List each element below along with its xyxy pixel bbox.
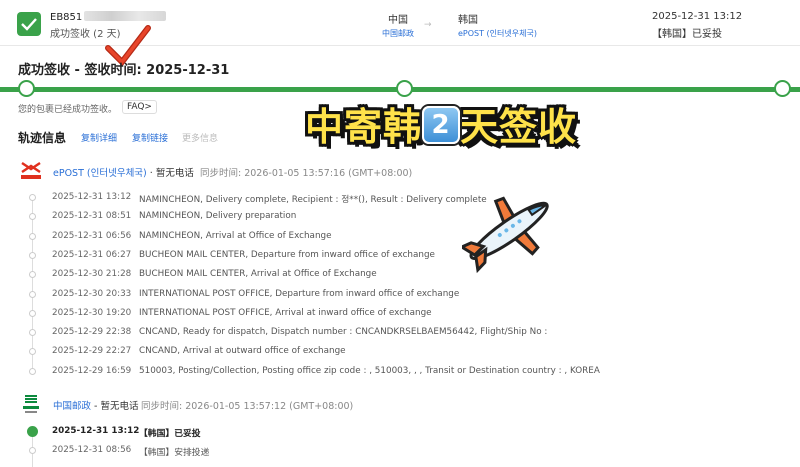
- route-arrow-icon: →: [424, 20, 432, 30]
- event-time: 2025-12-30 21:28: [52, 269, 132, 280]
- timeline-dot-icon: [29, 251, 36, 259]
- event-time: 2025-12-30 20:33: [52, 288, 132, 299]
- timeline-event: 2025-12-29 22:27 CNCAND, Arrival at outwa…: [0, 344, 800, 360]
- progress-node: [18, 80, 35, 97]
- faq-button[interactable]: FAQ>: [122, 100, 157, 114]
- origin: 中国 中国邮政: [376, 11, 420, 39]
- copy-link-link[interactable]: 复制链接: [132, 131, 168, 144]
- event-text: BUCHEON MAIL CENTER, Arrival at Office o…: [139, 269, 377, 280]
- event-text: CNCAND, Arrival at outward office of exc…: [139, 346, 346, 357]
- event-time: 2025-12-29 16:59: [52, 365, 132, 376]
- timeline-event: 2025-12-30 20:33 INTERNATIONAL POST OFFIC…: [0, 287, 800, 303]
- promo-overlay-text: 中寄韩 2 天签收: [305, 96, 577, 151]
- timeline-event: 2025-12-30 21:28 BUCHEON MAIL CENTER, Arr…: [0, 267, 800, 283]
- progress-node: [774, 80, 791, 97]
- timeline-dot-icon: [29, 367, 36, 375]
- delivered-dot-icon: [27, 426, 38, 437]
- airplane-icon: [462, 196, 549, 274]
- event-text: NAMINCHEON, Delivery complete, Recipient…: [139, 195, 487, 205]
- progress-node: [396, 80, 413, 97]
- timeline-dot-icon: [29, 329, 36, 337]
- event-time: 2025-12-31 13:12: [52, 426, 140, 436]
- redacted-mask: [84, 11, 167, 21]
- overlay-part1: 中寄韩: [305, 105, 423, 149]
- event-time: 2025-12-29 22:38: [52, 327, 132, 338]
- delivered-check-icon: [17, 12, 41, 36]
- timeline-event: 2025-12-30 19:20 INTERNATIONAL POST OFFIC…: [0, 306, 800, 322]
- china-post-logo-icon: [18, 393, 44, 415]
- carrier-name[interactable]: 中国邮政 - 暂无电话: [53, 398, 138, 412]
- timeline-dot-icon: [29, 290, 36, 298]
- timeline-event: 2025-12-31 06:27 BUCHEON MAIL CENTER, Dep…: [0, 248, 800, 264]
- timeline-dot-icon: [29, 213, 36, 221]
- event-time: 2025-12-31 06:56: [52, 230, 132, 241]
- carrier-chinapost: 中国邮政 - 暂无电话 同步时间: 2026-01-05 13:57:12 (G…: [18, 393, 798, 415]
- sync-time: 同步时间: 2026-01-05 13:57:16 (GMT+08:00): [200, 168, 413, 179]
- timeline-event: 2025-12-31 08:51 NAMINCHEON, Delivery pre…: [0, 209, 800, 225]
- event-text: NAMINCHEON, Delivery preparation: [139, 211, 297, 222]
- origin-post-link[interactable]: 中国邮政: [376, 28, 420, 39]
- timeline-dot-icon: [29, 309, 36, 317]
- tracking-section-title: 轨迹信息: [18, 131, 67, 145]
- sync-time: 同步时间: 2026-01-05 13:57:12 (GMT+08:00): [141, 401, 354, 412]
- event-time: 2025-12-30 19:20: [52, 307, 132, 318]
- copy-detail-link[interactable]: 复制详细: [81, 131, 117, 144]
- carrier-name[interactable]: ePOST (인터넷우체국) · 暂无电话: [53, 165, 194, 179]
- shipment-header: EB851 成功签收 (2 天) 中国 中国邮政 → 韩国 ePOST (인터넷…: [0, 0, 800, 67]
- timeline-event: 2025-12-29 22:38 CNCAND, Ready for dispat…: [0, 325, 800, 341]
- overlay-part2: 天签收: [460, 105, 578, 149]
- origin-country: 中国: [388, 15, 408, 26]
- keycap-digit-icon: 2: [422, 106, 461, 144]
- dest-country: 韩国: [458, 15, 478, 26]
- dest-post-link[interactable]: ePOST (인터넷우체국): [458, 28, 537, 39]
- event-text: NAMINCHEON, Arrival at Office of Exchang…: [139, 230, 332, 241]
- last-update-time: 2025-12-31 13:12: [652, 11, 743, 22]
- timeline-dot-icon: [29, 232, 36, 240]
- event-text: 【韩国】安排投递: [139, 448, 210, 458]
- timeline-event: 2025-12-31 13:12 NAMINCHEON, Delivery com…: [0, 190, 800, 206]
- more-info-link[interactable]: 更多信息: [182, 131, 218, 144]
- timeline-event: 2025-12-31 06:56 NAMINCHEON, Arrival at O…: [0, 229, 800, 245]
- destination: 韩国 ePOST (인터넷우체국): [458, 11, 537, 39]
- timeline-dot-icon: [29, 447, 36, 454]
- event-time: 2025-12-31 08:51: [52, 211, 132, 222]
- event-text: INTERNATIONAL POST OFFICE, Departure fro…: [139, 288, 460, 299]
- event-text: CNCAND, Ready for dispatch, Dispatch num…: [139, 327, 548, 338]
- delivery-title: 成功签收 - 签收时间: 2025-12-31: [18, 63, 230, 78]
- event-time: 2025-12-31 13:12: [52, 192, 132, 202]
- korea-post-logo-icon: [18, 160, 44, 182]
- carrier-epost: ePOST (인터넷우체국) · 暂无电话 同步时间: 2026-01-05 1…: [18, 160, 798, 182]
- timeline-dot-icon: [29, 194, 36, 201]
- event-time: 2025-12-31 06:27: [52, 249, 132, 260]
- event-text: 【韩国】已妥投: [139, 429, 201, 439]
- event-time: 2025-12-31 08:56: [52, 445, 132, 455]
- event-text: BUCHEON MAIL CENTER, Departure from inwa…: [139, 249, 435, 260]
- event-time: 2025-12-29 22:27: [52, 346, 132, 357]
- timeline-dot-icon: [29, 271, 36, 279]
- event-text: 510003, Posting/Collection, Posting offi…: [139, 365, 600, 376]
- event-text: INTERNATIONAL POST OFFICE, Arrival at in…: [139, 307, 432, 318]
- timeline-event: 2025-12-29 16:59 510003, Posting/Collecti…: [0, 364, 800, 380]
- last-update-status: 【韩国】已妥投: [652, 29, 722, 40]
- timeline-event: 2025-12-31 13:12 【韩国】已妥投: [0, 424, 800, 440]
- delivery-description: 您的包裹已经成功签收。: [18, 105, 118, 115]
- timeline-event: 2025-12-31 08:56 【韩国】安排投递: [0, 443, 800, 459]
- timeline-dot-icon: [29, 348, 36, 356]
